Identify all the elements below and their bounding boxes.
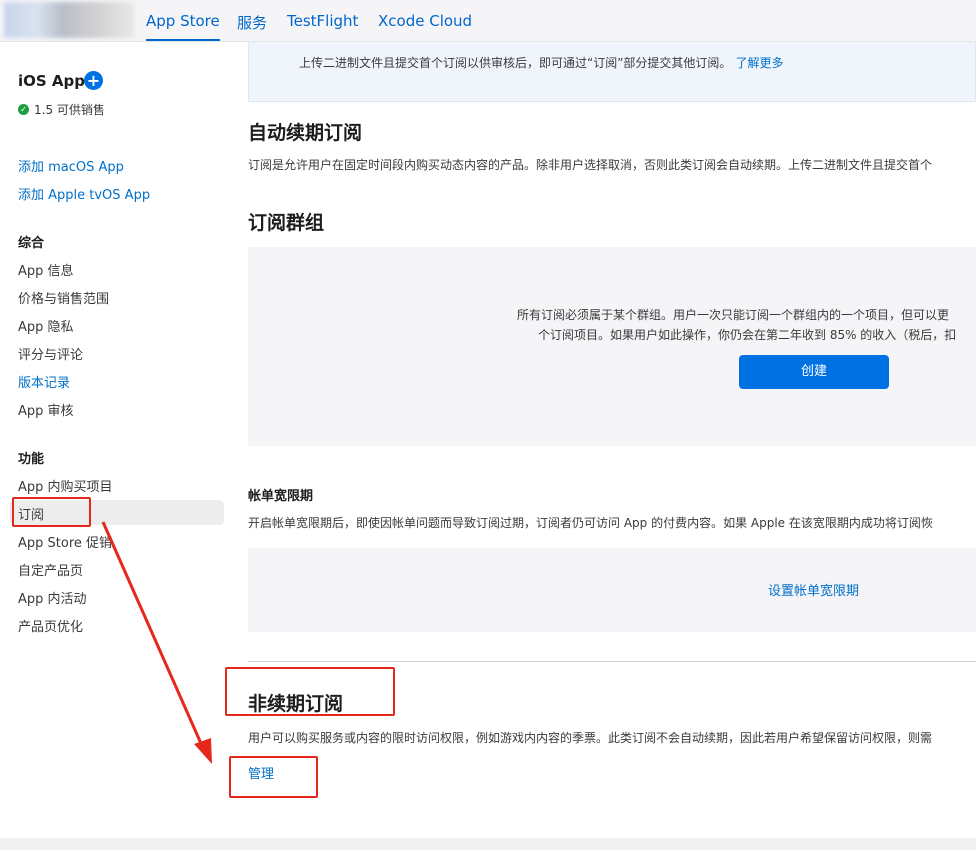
annotation-arrow bbox=[101, 521, 212, 764]
